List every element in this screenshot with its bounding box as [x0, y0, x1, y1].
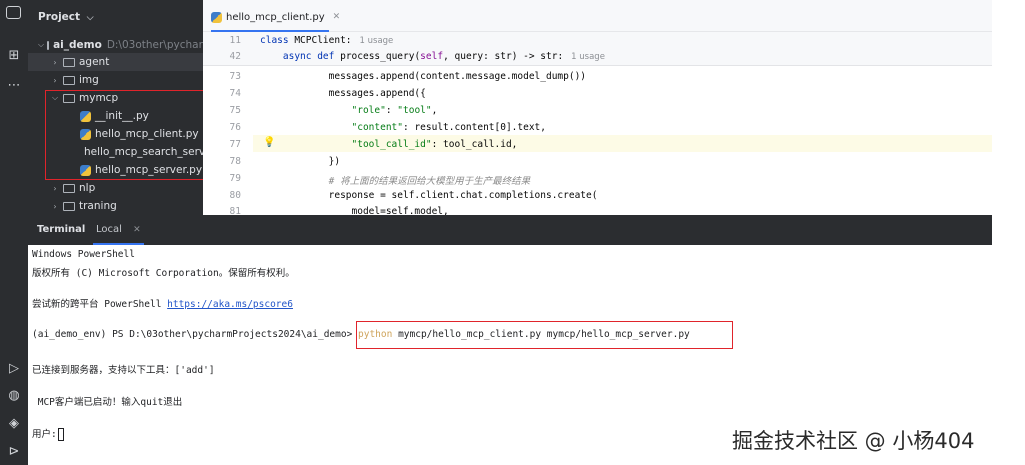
tree-item-agent[interactable]: › agent — [28, 53, 203, 71]
editor-tab-bar: hello_mcp_client.py ✕ — [203, 0, 992, 32]
services-icon[interactable]: ⊳ — [3, 440, 25, 462]
watermark: 掘金技术社区 @ 小杨404 — [732, 429, 975, 453]
terminal-line: 版权所有 (C) Microsoft Corporation。保留所有权利。 — [32, 268, 295, 279]
chevron-down-icon: ⌵ — [86, 13, 94, 23]
highlight-box-mymcp — [45, 90, 206, 180]
line-number: 77 — [229, 139, 241, 150]
python-console-icon[interactable]: ◍ — [3, 384, 25, 406]
terminal-line: 已连接到服务器，支持以下工具：['add'] — [32, 365, 215, 376]
terminal-line: Windows PowerShell — [32, 249, 135, 260]
tree-item-img[interactable]: › img — [28, 71, 203, 89]
tree-item-label: traning — [79, 200, 117, 212]
python-file-icon — [211, 11, 222, 23]
terminal-input-line[interactable]: 用户: — [32, 426, 64, 441]
code-line: "content": result.content[0].text, — [351, 122, 546, 133]
terminal-tab-bar: Terminal Local ✕ — [28, 215, 992, 245]
line-number: 76 — [229, 122, 241, 133]
project-folder-icon[interactable] — [6, 6, 21, 19]
code-line: }) — [260, 156, 341, 167]
more-icon[interactable]: ⋯ — [3, 74, 25, 96]
folder-icon — [63, 57, 75, 67]
code-line: messages.append(content.message.model_du… — [260, 71, 587, 82]
project-path: D:\03other\pycharmP — [106, 39, 203, 51]
terminal-tab-local[interactable]: Local ✕ — [96, 224, 141, 235]
tree-item-label: img — [79, 74, 99, 86]
tree-item-label: agent — [79, 56, 110, 68]
code-line: # 将上面的结果返回给大模型用于生产最终结果 — [328, 176, 531, 187]
layers-icon[interactable]: ◈ — [3, 412, 25, 434]
right-margin — [992, 0, 1025, 245]
code-line: async def process_query(self, query: str… — [282, 51, 605, 62]
code-line: "role": "tool", — [351, 105, 438, 116]
code-line: class MCPClient: 1 usage — [260, 35, 394, 46]
line-number: 11 — [229, 35, 241, 46]
pscore-link[interactable]: https://aka.ms/pscore6 — [167, 299, 293, 310]
line-number: 80 — [229, 190, 241, 201]
structure-icon[interactable]: ⊞ — [3, 44, 25, 66]
tree-item-nlp[interactable]: › nlp — [28, 179, 203, 197]
line-number: 42 — [229, 51, 241, 62]
tree-item-traning[interactable]: › traning — [28, 197, 203, 215]
terminal-line: 尝试新的跨平台 PowerShell https://aka.ms/pscore… — [32, 299, 293, 310]
chevron-down-icon: ⌵ — [38, 40, 45, 49]
line-number: 78 — [229, 156, 241, 167]
code-line: "tool_call_id": tool_call.id, — [351, 139, 518, 150]
line-number: 73 — [229, 71, 241, 82]
editor-tab[interactable]: hello_mcp_client.py ✕ — [211, 8, 340, 26]
chevron-right-icon: › — [53, 201, 57, 211]
line-number: 75 — [229, 105, 241, 116]
close-icon[interactable]: ✕ — [333, 12, 341, 22]
usage-hint[interactable]: 1 usage — [571, 52, 605, 62]
tree-item-label: ai_demo — [53, 39, 102, 51]
code-editor[interactable]: hello_mcp_client.py ✕ 11 class MCPClient… — [203, 0, 992, 217]
highlight-box-command — [356, 321, 733, 349]
user-prompt: 用户: — [32, 429, 57, 440]
chevron-right-icon: › — [53, 183, 57, 193]
folder-icon — [63, 201, 75, 211]
project-panel-title[interactable]: Project ⌵ — [38, 11, 94, 23]
code-line: messages.append({ — [260, 88, 426, 99]
chevron-right-icon: › — [53, 75, 57, 85]
text-cursor — [57, 428, 64, 441]
run-icon[interactable]: ▷ — [3, 357, 25, 379]
tree-item-ai-demo[interactable]: ⌵ ai_demo D:\03other\pycharmP — [28, 36, 203, 54]
tree-item-label: nlp — [79, 182, 96, 194]
folder-icon — [63, 75, 75, 85]
terminal-line: MCP客户端已启动！输入quit退出 — [32, 397, 183, 408]
terminal-title: Terminal — [37, 224, 86, 235]
line-number: 74 — [229, 88, 241, 99]
folder-icon — [63, 183, 75, 193]
tab-label: Local — [96, 224, 122, 235]
editor-tab-label: hello_mcp_client.py — [226, 11, 325, 23]
chevron-right-icon: › — [53, 57, 57, 67]
tool-window-strip: ⊞ ⋯ ▷ ◍ ◈ ⊳ — [0, 0, 28, 465]
usage-hint[interactable]: 1 usage — [360, 36, 394, 46]
line-number: 79 — [229, 173, 241, 184]
shell-prompt: (ai_demo_env) PS D:\03other\pycharmProje… — [32, 329, 359, 340]
close-icon[interactable]: ✕ — [133, 225, 141, 235]
folder-icon — [47, 40, 50, 50]
sticky-lines: 11 class MCPClient: 1 usage 42 async def … — [203, 32, 992, 66]
code-line: response = self.client.chat.completions.… — [260, 190, 598, 201]
